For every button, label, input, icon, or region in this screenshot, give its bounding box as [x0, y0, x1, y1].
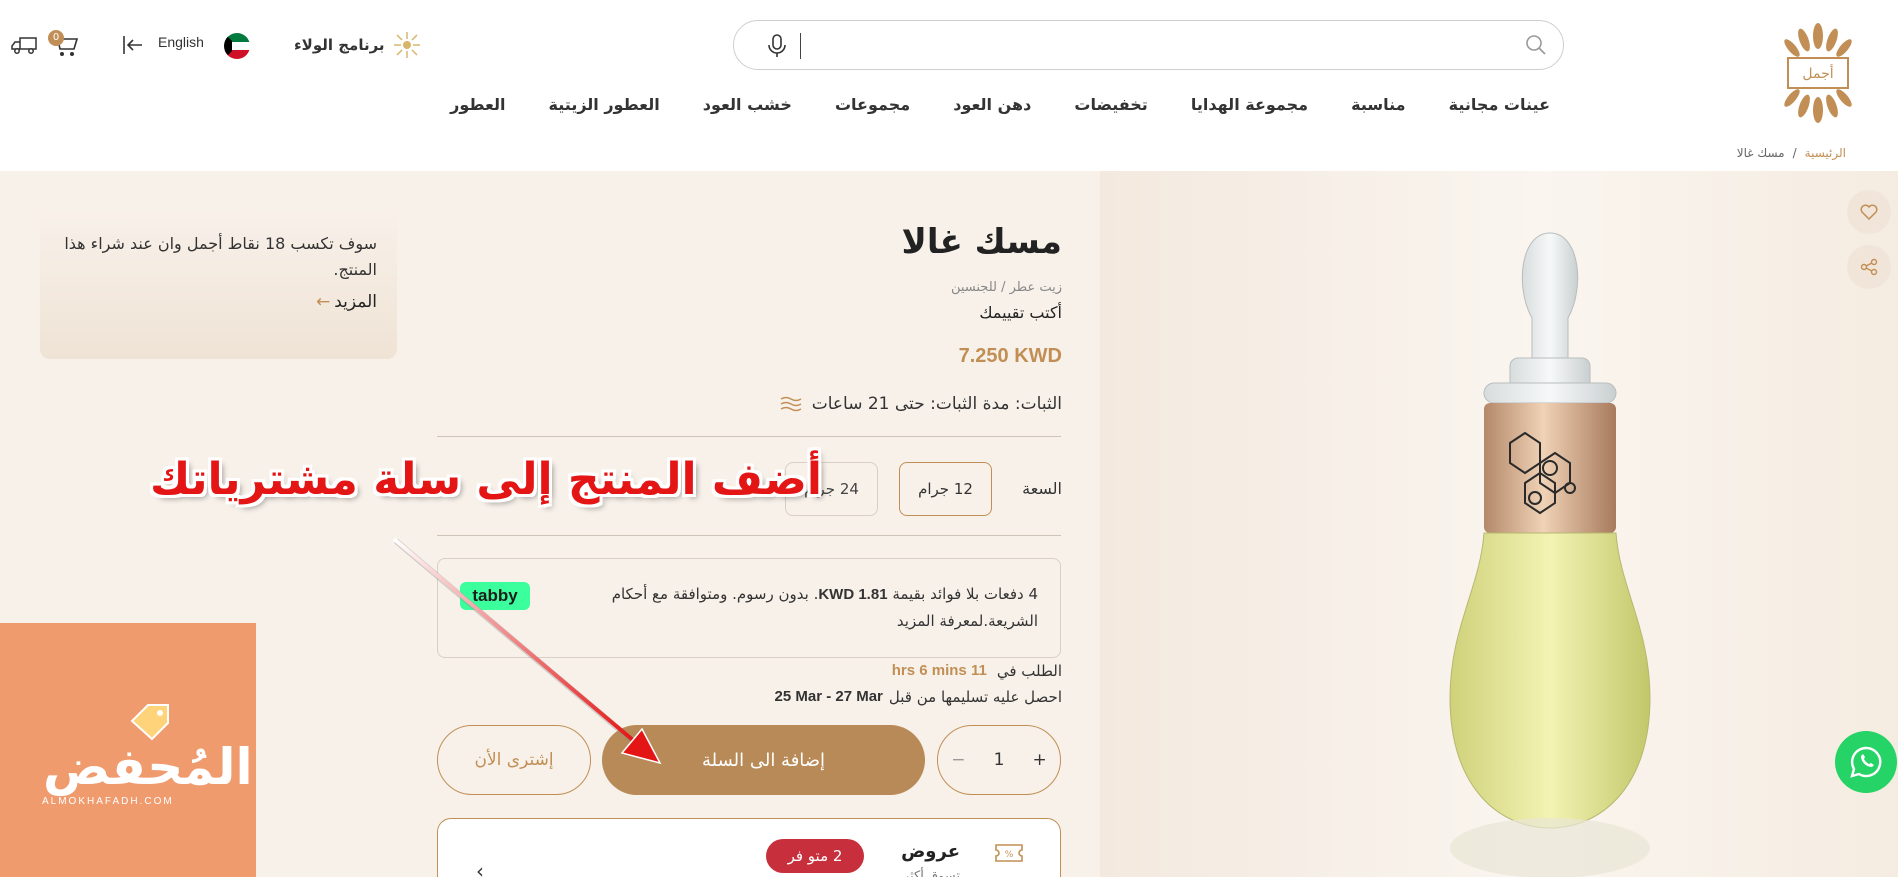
- quantity-stepper: − 1 +: [937, 725, 1061, 795]
- loyalty-points-message: سوف تكسب 18 نقاط أجمل وان عند شراء هذا ا…: [64, 234, 377, 279]
- nav-item-oud-wood[interactable]: خشب العود: [703, 95, 792, 119]
- product-category: زيت عطر / للجنسين: [950, 280, 1062, 295]
- quantity-decrease-button[interactable]: −: [943, 750, 973, 770]
- arrow-left-icon: ←: [315, 292, 331, 312]
- offers-subtitle: تسوق أكثر: [902, 869, 960, 877]
- tutorial-arrow-icon: [392, 537, 662, 765]
- delivery-estimate: احصل عليه تسليمها من قبل 25 Mar - 27 Mar: [775, 688, 1062, 706]
- login-icon[interactable]: [120, 33, 144, 57]
- size-label: السعة: [1022, 479, 1062, 498]
- coupon-icon: %: [995, 844, 1023, 862]
- price-tag-icon: [130, 704, 169, 741]
- loyalty-more-link[interactable]: المزيد ←: [316, 292, 377, 312]
- brand-logo[interactable]: أجمل: [1782, 22, 1854, 124]
- svg-text:%: %: [1005, 850, 1014, 860]
- page: أجمل برنامج الولاء English 0 العطور العط…: [0, 0, 1898, 877]
- size-option-12g[interactable]: 12 جرام: [899, 462, 992, 516]
- tutorial-annotation-text: أضف المنتج إلى سلة مشترياتك: [150, 454, 822, 505]
- delivery-truck-icon[interactable]: [10, 34, 38, 56]
- product-image[interactable]: [1440, 228, 1660, 877]
- waves-icon: [780, 396, 802, 412]
- sun-icon: [393, 32, 420, 58]
- nav-item-collections[interactable]: مجموعات: [835, 95, 910, 119]
- offers-count-badge: 2 متو فر: [766, 839, 864, 873]
- whatsapp-icon: [1850, 746, 1882, 778]
- product-price: 7.250 KWD: [958, 345, 1062, 367]
- nav-item-oil-perfumes[interactable]: العطور الزيتية: [549, 95, 660, 119]
- offers-panel[interactable]: % عروض تسوق أكثر 2 متو فر ‹: [437, 818, 1061, 877]
- breadcrumb-separator: /: [1792, 146, 1797, 160]
- write-review-link[interactable]: أكتب تقييمك: [979, 303, 1062, 322]
- share-icon: [1860, 258, 1878, 276]
- heart-icon: [1860, 204, 1878, 220]
- loyalty-program-link[interactable]: برنامج الولاء: [294, 30, 421, 60]
- quantity-increase-button[interactable]: +: [1025, 750, 1055, 770]
- order-countdown-time: 11 hrs 6 mins: [891, 662, 987, 679]
- tabby-amount: 1.81 KWD: [818, 586, 888, 603]
- more-label: المزيد: [334, 292, 377, 312]
- quantity-value[interactable]: 1: [984, 750, 1014, 770]
- watermark-name: المُحفض: [43, 738, 253, 796]
- search-icon[interactable]: [1525, 34, 1547, 56]
- nav-item-gift-sets[interactable]: مجموعة الهدايا: [1191, 95, 1308, 119]
- breadcrumb-home[interactable]: الرئيسية: [1805, 146, 1846, 160]
- language-switch[interactable]: English: [158, 34, 204, 50]
- watermark-logo: المُحفض ALMOKHAFADH.COM: [0, 623, 256, 877]
- delivery-dates: 25 Mar - 27 Mar: [774, 688, 883, 705]
- divider: [437, 436, 1061, 437]
- offers-title: عروض: [901, 841, 960, 862]
- search-bar[interactable]: [733, 20, 1564, 70]
- breadcrumb: الرئيسية / مسك غالا: [1737, 146, 1846, 160]
- svg-text:أجمل: أجمل: [1802, 64, 1833, 82]
- longevity-text: الثبات: مدة الثبات: حتى 21 ساعات: [811, 394, 1062, 414]
- loyalty-points-card: سوف تكسب 18 نقاط أجمل وان عند شراء هذا ا…: [40, 209, 397, 359]
- delivery-label: احصل عليه تسليمها من قبل: [888, 688, 1062, 706]
- microphone-icon[interactable]: [766, 33, 788, 59]
- nav-item-sale[interactable]: تخفيضات: [1074, 95, 1147, 119]
- size-option-label: 12 جرام: [918, 480, 973, 498]
- nav-item-perfumes[interactable]: العطور: [450, 95, 505, 119]
- site-header: أجمل برنامج الولاء English 0 العطور العط…: [0, 0, 1898, 170]
- main-navigation: العطور العطور الزيتية خشب العود مجموعات …: [450, 95, 1550, 119]
- loyalty-label: برنامج الولاء: [294, 36, 385, 54]
- kuwait-flag-icon[interactable]: [224, 33, 250, 59]
- longevity-info: الثبات: مدة الثبات: حتى 21 ساعات: [780, 394, 1062, 414]
- watermark-url: ALMOKHAFADH.COM: [42, 796, 174, 807]
- breadcrumb-current: مسك غالا: [1736, 146, 1785, 160]
- nav-item-free-samples[interactable]: عينات مجانية: [1449, 95, 1550, 119]
- order-countdown: الطلب في 11 hrs 6 mins: [892, 662, 1062, 680]
- product-title: مسك غالا: [901, 222, 1062, 262]
- nav-item-oud-oil[interactable]: دهن العود: [953, 95, 1031, 119]
- share-button[interactable]: [1847, 245, 1891, 289]
- chevron-left-icon[interactable]: ‹: [476, 859, 484, 877]
- text-cursor: [800, 33, 801, 59]
- search-input[interactable]: [814, 31, 1513, 61]
- whatsapp-button[interactable]: [1835, 731, 1897, 793]
- nav-item-occasion[interactable]: مناسبة: [1351, 95, 1405, 119]
- wishlist-button[interactable]: [1847, 190, 1891, 234]
- order-label: الطلب في: [996, 662, 1062, 680]
- cart-count-badge: 0: [48, 30, 64, 46]
